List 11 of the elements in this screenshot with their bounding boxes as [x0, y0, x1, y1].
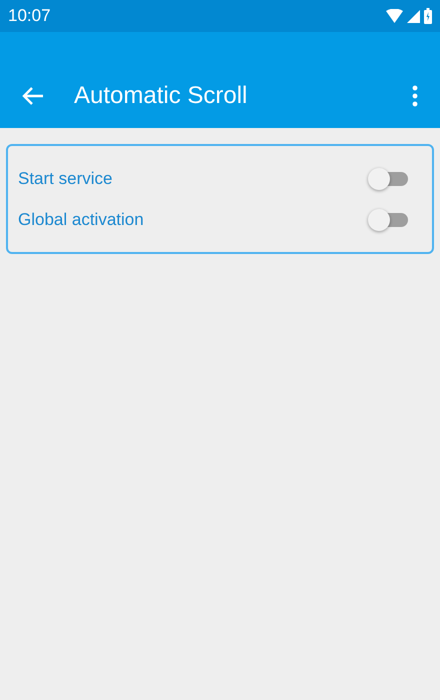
screen-title: Automatic Scroll	[74, 82, 248, 110]
wifi-icon	[386, 9, 403, 23]
signal-icon	[407, 10, 420, 22]
battery-icon	[424, 8, 432, 24]
clock-time: 10:07	[8, 6, 51, 26]
more-options-icon	[412, 85, 418, 107]
toggle-switch[interactable]	[368, 208, 410, 232]
setting-label: Global activation	[18, 210, 144, 230]
setting-label: Start service	[18, 168, 112, 188]
back-arrow-icon	[22, 86, 44, 106]
toggle-switch[interactable]	[368, 166, 410, 190]
